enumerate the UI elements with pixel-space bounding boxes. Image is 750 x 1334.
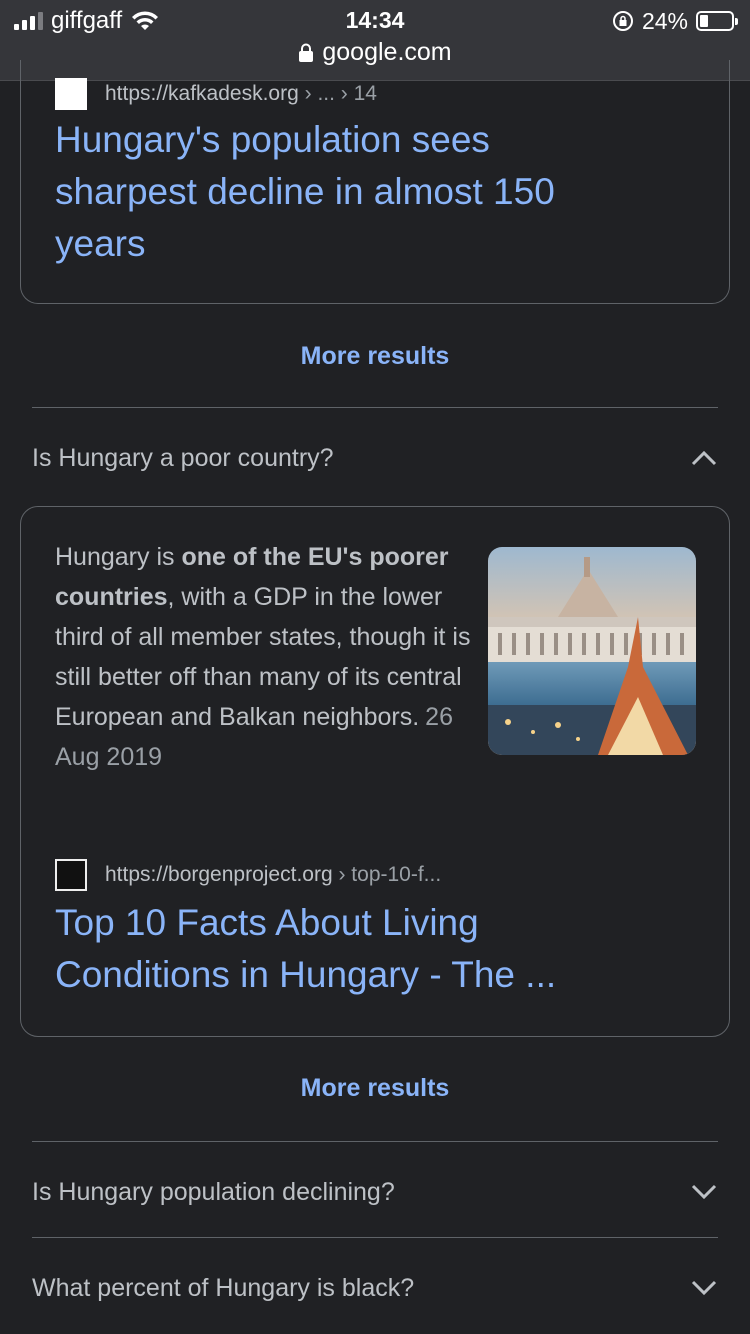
answer-card: Hungary is one of the EU's poorer countr…: [20, 506, 730, 1037]
result-site[interactable]: https://kafkadesk.org › ... › 14: [55, 78, 377, 110]
site-favicon: [55, 859, 87, 891]
question-expanded[interactable]: Is Hungary a poor country?: [32, 438, 718, 478]
chevron-down-icon: [691, 1280, 717, 1296]
title-line: Hungary's population sees: [55, 119, 490, 160]
more-results-button[interactable]: More results: [0, 1074, 750, 1103]
divider: [32, 1141, 718, 1142]
question-collapsed[interactable]: What percent of Hungary is black?: [32, 1268, 718, 1308]
parliament-thumbnail-image[interactable]: [488, 547, 696, 755]
divider: [32, 407, 718, 408]
question-text: Is Hungary population declining?: [32, 1177, 395, 1206]
chevron-down-icon: [691, 1184, 717, 1200]
more-results-button[interactable]: More results: [0, 342, 750, 371]
battery-percent: 24%: [641, 7, 688, 34]
question-text: What percent of Hungary is black?: [32, 1273, 415, 1302]
battery-icon: [696, 11, 738, 31]
site-url: https://borgenproject.org: [105, 863, 333, 886]
status-right: 24%: [612, 7, 738, 34]
chevron-up-icon: [691, 450, 717, 466]
question-collapsed[interactable]: Is Hungary population declining?: [32, 1172, 718, 1212]
title-line: sharpest decline in almost 150: [55, 171, 555, 212]
title-line: Conditions in Hungary - The ...: [55, 954, 557, 995]
site-breadcrumb: › top-10-f...: [338, 863, 442, 886]
rotation-lock-icon: [612, 11, 633, 31]
question-text: Is Hungary a poor country?: [32, 443, 334, 472]
result-title-link[interactable]: Top 10 Facts About Living Conditions in …: [55, 897, 675, 1001]
result-title-link[interactable]: Hungary's population sees sharpest decli…: [55, 114, 675, 270]
site-favicon: [55, 78, 87, 110]
parliament-illustration: [488, 547, 696, 755]
title-line: years: [55, 223, 146, 264]
answer-text: Hungary is: [55, 543, 182, 571]
result-site[interactable]: https://borgenproject.org › top-10-f...: [55, 859, 441, 891]
answer-snippet: Hungary is one of the EU's poorer countr…: [55, 537, 475, 777]
site-breadcrumb: › ... › 14: [304, 82, 377, 105]
title-line: Top 10 Facts About Living: [55, 902, 479, 943]
result-card: https://kafkadesk.org › ... › 14 Hungary…: [20, 60, 730, 304]
divider: [32, 1237, 718, 1238]
site-url: https://kafkadesk.org: [105, 82, 299, 105]
